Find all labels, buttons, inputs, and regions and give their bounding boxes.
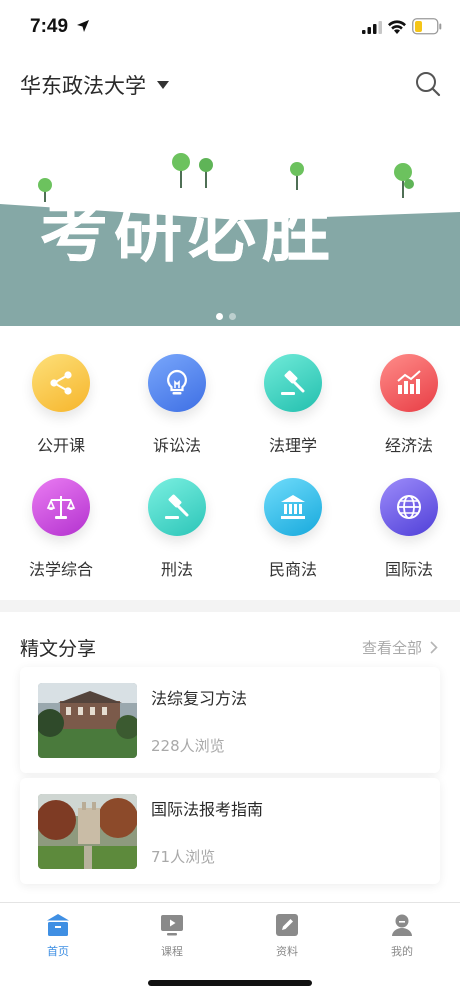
category-grid: 公开课 诉讼法 法理学 经济法 法学综合 刑法 民商法 国际法 [0,340,460,588]
tree-illustration-4 [394,163,414,198]
search-icon[interactable] [414,70,442,98]
course-icon [161,915,183,936]
category-label: 国际法 [384,560,433,579]
chevron-right-icon[interactable] [430,641,438,654]
tab-me[interactable]: 我的 [362,913,442,963]
tab-courses[interactable]: 课程 [132,913,212,963]
status-bar: 7:49 [0,0,460,56]
caret-down-icon[interactable] [157,81,169,89]
location-arrow-icon [77,20,89,32]
category-susongfa[interactable]: 诉讼法 [119,340,235,460]
user-icon [392,914,412,936]
home-indicator [148,980,312,986]
tab-label: 我的 [391,945,413,958]
category-falixue[interactable]: 法理学 [235,340,351,460]
carousel-indicator [216,305,242,324]
category-label: 法理学 [268,436,317,455]
category-jingjifa[interactable]: 经济法 [351,340,460,460]
share-icon [50,371,72,395]
category-icon-circle [264,478,322,536]
category-icon-circle [380,478,438,536]
carousel-dot [229,313,236,320]
category-label: 法学综合 [28,560,93,579]
category-guojifa[interactable]: 国际法 [351,464,460,584]
globe-icon [397,495,421,519]
scales-icon [46,496,76,519]
article-title: 国际法报考指南 [151,800,264,819]
article-views: 71人浏览 [151,848,216,866]
category-label: 公开课 [36,436,85,455]
gavel-icon [281,370,305,395]
article-views: 228人浏览 [151,737,225,755]
category-label: 刑法 [160,560,193,579]
banner-headline: 考研必胜 [40,193,337,272]
category-icon-circle [380,354,438,412]
section-title: 精文分享 [20,638,97,660]
tab-label: 资料 [276,945,298,958]
status-time: 7:49 [30,16,69,37]
cellular-signal-icon [362,21,382,34]
header: 华东政法大学 [0,60,460,106]
battery-icon [412,18,442,35]
category-icon-circle [148,478,206,536]
tab-home[interactable]: 首页 [18,913,98,963]
institution-icon [281,495,305,519]
category-label: 诉讼法 [152,436,201,455]
gavel-icon [165,494,189,519]
lightbulb-icon [167,369,187,395]
article-thumbnail [38,683,137,758]
article-card[interactable]: 法综复习方法 228人浏览 [20,667,440,773]
article-card[interactable]: 国际法报考指南 71人浏览 [20,778,440,884]
wifi-icon [388,20,406,34]
chart-icon [397,370,421,394]
see-all-link[interactable]: 查看全部 [362,637,422,658]
category-minshangfa[interactable]: 民商法 [235,464,351,584]
document-icon [276,914,298,936]
tab-materials[interactable]: 资料 [247,913,327,963]
tab-label: 课程 [161,945,183,958]
category-faxuezonghe[interactable]: 法学综合 [3,464,119,584]
tab-label: 首页 [47,945,69,958]
carousel-dot-active [216,313,223,320]
category-gongkaike[interactable]: 公开课 [3,340,119,460]
category-icon-circle [32,354,90,412]
category-icon-circle [32,478,90,536]
category-icon-circle [148,354,206,412]
article-thumbnail [38,794,137,869]
section-divider [0,600,460,612]
category-label: 经济法 [384,436,433,455]
category-icon-circle [264,354,322,412]
banner-carousel[interactable]: 考研必胜 [0,112,460,326]
category-xingfa[interactable]: 刑法 [119,464,235,584]
category-label: 民商法 [268,560,317,579]
home-icon [47,914,69,936]
article-title: 法综复习方法 [151,689,248,708]
school-selector[interactable]: 华东政法大学 [20,70,146,100]
